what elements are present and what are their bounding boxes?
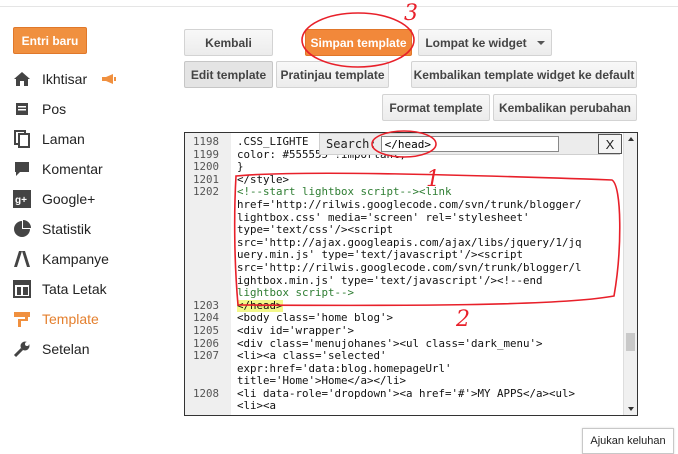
code-text: src='http://rilwis.googlecode.com/svn/tr… xyxy=(237,260,582,274)
sidebar-item-layout[interactable]: Tata Letak xyxy=(12,277,172,301)
line-number xyxy=(185,363,237,376)
line-number: 1208 xyxy=(192,386,219,400)
scroll-down-icon[interactable] xyxy=(628,407,634,411)
revert-widget-template-button[interactable]: Kembalikan template widget ke default xyxy=(411,61,637,88)
comment-icon xyxy=(12,159,32,179)
sidebar-item-comments[interactable]: Komentar xyxy=(12,157,172,181)
submit-complaint-button[interactable]: Ajukan keluhan xyxy=(582,428,674,454)
code-text: <div id='wrapper'> xyxy=(237,323,355,337)
scroll-up-icon[interactable] xyxy=(628,137,634,141)
code-line: title='Home'>Home</a></li> xyxy=(185,375,625,388)
code-text: } xyxy=(237,160,244,174)
line-number xyxy=(185,275,237,288)
line-number xyxy=(185,199,237,212)
sidebar-item-settings[interactable]: Setelan xyxy=(12,337,172,361)
new-post-button[interactable]: Entri baru xyxy=(13,27,87,54)
line-number: 1205 xyxy=(192,323,219,337)
preview-template-button[interactable]: Pratinjau template xyxy=(276,61,389,88)
sidebar-item-label: Statistik xyxy=(42,221,92,237)
sidebar-item-label: Template xyxy=(42,311,99,327)
sidebar-item-template[interactable]: Template xyxy=(12,307,172,331)
code-line: lightbox script--> xyxy=(185,287,625,300)
code-text: <li><a class='selected' xyxy=(237,349,387,363)
code-text: .CSS_LIGHTE xyxy=(237,135,309,148)
sidebar-item-label: Kampanye xyxy=(42,251,109,267)
megaphone-icon xyxy=(101,73,117,85)
posts-icon xyxy=(12,99,32,119)
line-number xyxy=(185,224,237,237)
line-number xyxy=(185,262,237,275)
sidebar-item-overview[interactable]: Ikhtisar xyxy=(12,67,172,91)
pie-chart-icon xyxy=(12,219,32,239)
revert-changes-button[interactable]: Kembalikan perubahan xyxy=(493,94,637,121)
code-lines: 1198.CSS_LIGHTE1199color: #555555 !impor… xyxy=(185,135,625,413)
code-line: href='http://rilwis.googlecode.com/svn/t… xyxy=(185,197,625,212)
template-icon xyxy=(12,309,32,329)
sidebar-item-google-plus[interactable]: g+ Google+ xyxy=(12,187,172,211)
code-text: type='text/css'/><script xyxy=(237,223,394,237)
sidebar-item-pages[interactable]: Laman xyxy=(12,127,172,151)
code-text: <li><a xyxy=(237,399,277,413)
line-number xyxy=(185,375,237,388)
sidebar-item-label: Setelan xyxy=(42,341,90,357)
sidebar-item-label: Komentar xyxy=(42,161,103,177)
sidebar-item-stats[interactable]: Statistik xyxy=(12,217,172,241)
vertical-scrollbar[interactable] xyxy=(623,133,637,415)
code-text: title='Home'>Home</a></li> xyxy=(237,374,407,388)
code-text: href='http://rilwis.googlecode.com/svn/t… xyxy=(237,197,582,211)
edit-template-button[interactable]: Edit template xyxy=(184,61,273,88)
line-number xyxy=(185,212,237,225)
top-divider xyxy=(0,6,678,7)
sidebar-item-label: Google+ xyxy=(42,191,96,207)
code-line: 1207 <li><a class='selected' xyxy=(185,349,625,363)
line-number xyxy=(185,249,237,262)
annotation-number-three: 3 xyxy=(404,1,418,26)
save-template-button[interactable]: Simpan template xyxy=(305,29,412,56)
campaign-icon xyxy=(12,249,32,269)
sidebar-item-label: Tata Letak xyxy=(42,281,107,297)
code-text: <li data-role='dropdown'><a href='#'>MY … xyxy=(237,386,576,400)
template-code-editor[interactable]: 1198.CSS_LIGHTE1199color: #555555 !impor… xyxy=(184,132,638,416)
sidebar-item-label: Ikhtisar xyxy=(42,71,88,87)
back-button[interactable]: Kembali xyxy=(184,29,273,56)
search-label: Search: xyxy=(326,137,377,151)
line-number xyxy=(185,400,237,413)
line-number: 1198 xyxy=(192,135,219,148)
jump-to-widget-dropdown[interactable]: Lompat ke widget xyxy=(418,29,552,56)
line-number xyxy=(185,287,237,300)
sidebar-item-posts[interactable]: Pos xyxy=(12,97,172,121)
sidebar-item-label: Laman xyxy=(42,131,85,147)
wrench-icon xyxy=(12,339,32,359)
line-number: 1202 xyxy=(192,185,219,199)
line-number: 1207 xyxy=(192,349,219,363)
google-plus-icon: g+ xyxy=(12,189,32,209)
chevron-down-icon xyxy=(536,40,545,45)
home-icon xyxy=(12,69,32,89)
search-input[interactable] xyxy=(380,136,559,152)
code-line: 1200} xyxy=(185,161,625,174)
pages-icon xyxy=(12,129,32,149)
layout-icon xyxy=(12,279,32,299)
line-number: 1200 xyxy=(192,160,219,174)
code-line: src='http://rilwis.googlecode.com/svn/tr… xyxy=(185,260,625,275)
jump-to-widget-label: Lompat ke widget xyxy=(425,35,527,50)
code-line: <li><a xyxy=(185,400,625,413)
code-line: type='text/css'/><script xyxy=(185,224,625,237)
format-template-button[interactable]: Format template xyxy=(382,94,490,121)
scrollbar-thumb[interactable] xyxy=(626,333,635,351)
sidebar-item-label: Pos xyxy=(42,101,67,117)
line-number xyxy=(185,237,237,250)
search-close-button[interactable]: X xyxy=(598,134,622,154)
code-text: lightbox script--> xyxy=(237,286,355,300)
search-bar: Search: xyxy=(319,133,620,155)
sidebar-item-campaign[interactable]: Kampanye xyxy=(12,247,172,271)
svg-text:g+: g+ xyxy=(15,195,27,206)
code-line: 1205 <div id='wrapper'> xyxy=(185,323,625,338)
